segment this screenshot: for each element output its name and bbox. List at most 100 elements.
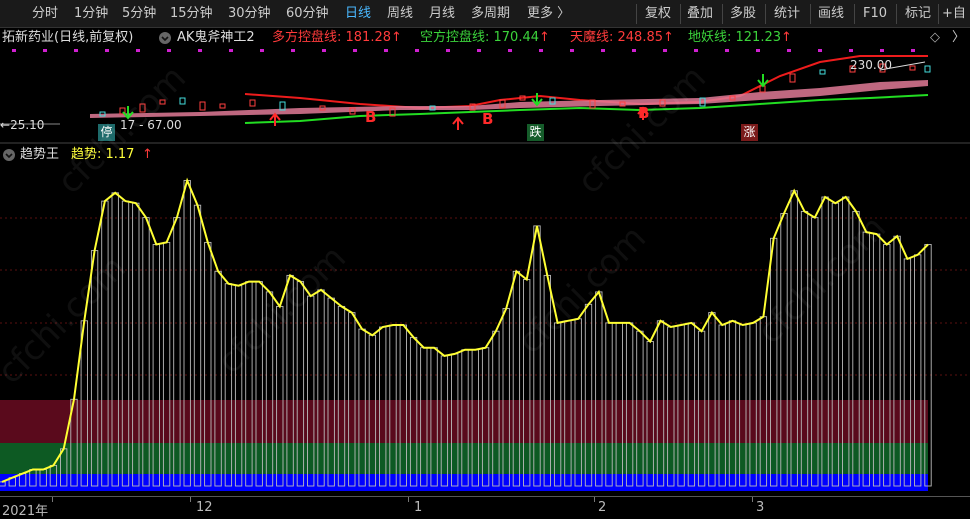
candle	[249, 99, 256, 107]
signal-dot	[229, 49, 233, 52]
separator	[854, 4, 855, 24]
line-label: 天魔线: 248.85	[570, 30, 663, 45]
signal-dot	[818, 49, 822, 52]
signal-dot	[446, 49, 450, 52]
up-arrow-icon: ↑	[663, 30, 674, 45]
signal-dot	[12, 49, 16, 52]
signal-dot	[322, 49, 326, 52]
signal-dot	[74, 49, 78, 52]
stock-title[interactable]: 拓新药业(日线,前复权)	[2, 28, 133, 48]
signal-dot	[632, 49, 636, 52]
signal-dot	[353, 49, 357, 52]
trend-chart-svg	[0, 177, 970, 491]
up-arrow-icon: ↑	[539, 30, 550, 45]
indicator-name[interactable]: AK鬼斧神工2	[177, 28, 255, 48]
signal-dot	[43, 49, 47, 52]
overlay-button[interactable]: 叠加	[687, 5, 713, 23]
line-label: 多方控盘线: 181.28	[272, 30, 391, 45]
signal-dot	[787, 49, 791, 52]
period-tab-daily[interactable]: 日线	[345, 5, 371, 23]
up-arrow-icon: ↑	[142, 147, 153, 162]
buy-signal-b2: B	[482, 110, 494, 128]
line-label: 空方控盘线: 170.44	[420, 30, 539, 45]
signal-dot	[725, 49, 729, 52]
down-arrow-icon	[757, 74, 769, 88]
mark-button[interactable]: 标记	[905, 5, 931, 23]
axis-tick	[408, 497, 409, 502]
toolbar: 分时 1分钟 5分钟 15分钟 30分钟 60分钟 日线 周线 月线 多周期 更…	[0, 0, 970, 28]
signal-dot	[105, 49, 109, 52]
signal-dot	[136, 49, 140, 52]
signal-dot	[694, 49, 698, 52]
axis-label-jan: 1	[414, 500, 423, 515]
axis-tick	[52, 497, 53, 502]
draw-line-button[interactable]: 画线	[818, 5, 844, 23]
f10-button[interactable]: F10	[863, 5, 887, 23]
indicator-pane-name[interactable]: 趋势王	[20, 144, 59, 166]
candle	[789, 73, 796, 83]
signal-dot	[167, 49, 171, 52]
separator	[938, 4, 939, 24]
separator	[680, 4, 681, 24]
statistics-button[interactable]: 统计	[774, 5, 800, 23]
axis-tick	[594, 497, 595, 502]
signal-dot	[880, 49, 884, 52]
separator	[722, 4, 723, 24]
signal-dot	[756, 49, 760, 52]
indicator-chart-pane[interactable]	[0, 166, 970, 496]
buy-signal-b1: B	[365, 108, 377, 126]
candle	[219, 103, 226, 109]
signal-dot	[663, 49, 667, 52]
line-value-kongfang: 空方控盘线: 170.44↑	[420, 28, 550, 48]
candle	[909, 65, 916, 71]
period-tab-monthly[interactable]: 月线	[429, 5, 455, 23]
period-tab-15min[interactable]: 15分钟	[170, 5, 213, 23]
fall-signal-badge: 跌	[527, 124, 544, 141]
price-low-value: 25.10	[10, 118, 45, 132]
signal-dot	[291, 49, 295, 52]
candle	[199, 101, 206, 111]
period-tab-weekly[interactable]: 周线	[387, 5, 413, 23]
line-value-tianmo: 天魔线: 248.85↑	[570, 28, 674, 48]
separator	[810, 4, 811, 24]
axis-label-dec: 12	[196, 500, 213, 515]
period-tab-multi[interactable]: 多周期	[471, 5, 510, 23]
line-value-diyao: 地妖线: 121.23↑	[688, 28, 792, 48]
axis-label-mar: 3	[756, 500, 765, 515]
indicator-info-bar: 拓新药业(日线,前复权) AK鬼斧神工2 多方控盘线: 181.28↑ 空方控盘…	[0, 28, 970, 48]
signal-dot	[415, 49, 419, 52]
signal-dot	[198, 49, 202, 52]
diamond-icon[interactable]: ◇	[930, 28, 940, 48]
up-arrow-icon	[452, 116, 464, 130]
axis-label-year: 2021年	[2, 504, 49, 519]
price-high-label: 230.00	[850, 58, 892, 72]
fuquan-button[interactable]: 复权	[645, 5, 671, 23]
up-arrow-icon	[269, 112, 281, 126]
signal-dot	[260, 49, 264, 52]
line-value-duofang: 多方控盘线: 181.28↑	[272, 28, 402, 48]
separator	[636, 4, 637, 24]
period-tab-60min[interactable]: 60分钟	[286, 5, 329, 23]
candle	[924, 65, 931, 73]
price-low-label: ←25.10	[0, 118, 45, 132]
period-tab-1min[interactable]: 1分钟	[74, 5, 108, 23]
expand-icon[interactable]: 〉	[952, 28, 965, 48]
time-axis: 2021年 12 1 2 3	[0, 496, 970, 519]
indicator-header: 趋势王 趋势: 1.17 ↑	[0, 144, 970, 166]
signal-dot	[539, 49, 543, 52]
period-tab-5min[interactable]: 5分钟	[122, 5, 156, 23]
up-arrow-icon: ↑	[391, 30, 402, 45]
signal-dot	[570, 49, 574, 52]
period-tab-30min[interactable]: 30分钟	[228, 5, 271, 23]
period-tab-more[interactable]: 更多 〉	[527, 5, 570, 23]
signal-dot	[911, 49, 915, 52]
multi-stock-button[interactable]: 多股	[730, 5, 756, 23]
candle	[819, 69, 826, 75]
axis-label-feb: 2	[598, 500, 607, 515]
period-tab-fenshi[interactable]: 分时	[32, 5, 58, 23]
custom-button[interactable]: +自	[942, 5, 966, 23]
axis-tick	[190, 497, 191, 502]
signal-dot	[508, 49, 512, 52]
signal-dot	[849, 49, 853, 52]
rise-signal-badge: 涨	[741, 124, 758, 141]
